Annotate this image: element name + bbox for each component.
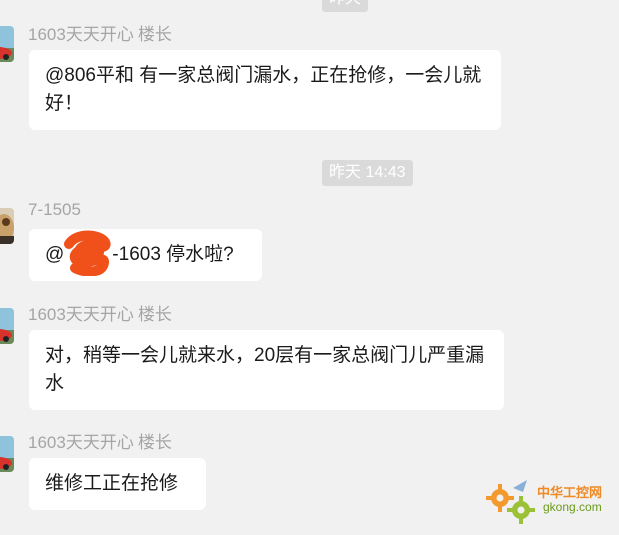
timestamp-text: 昨天 [329,0,361,7]
sender-label: 7-1505 [28,200,81,219]
message-bubble[interactable]: @806平和 有一家总阀门漏水，正在抢修，一会儿就好！ [29,50,501,130]
timestamp-divider: 昨天 14:43 [322,160,413,186]
gear-icon [486,480,535,524]
sender-name: 1603天天开心 楼长 [28,300,172,325]
message-text: 对，稍等一会儿就来水，20层有一家总阀门儿严重漏水 [45,345,485,394]
message-bubble[interactable]: 对，稍等一会儿就来水，20层有一家总阀门儿严重漏水 [29,330,504,410]
message-text: 维修工正在抢修 [45,473,179,494]
message-text: -1603 停水啦? [112,244,234,265]
avatar[interactable] [0,308,14,344]
timestamp-top: 昨天 [322,0,369,12]
mention-at: @ [45,244,65,265]
role-badge: 楼长 [137,305,172,324]
watermark-logo: 中华工控网 gkong.com [483,478,613,526]
message-text: @806平和 有一家总阀门漏水，正在抢修，一会儿就好！ [45,65,482,114]
avatar[interactable] [0,208,14,244]
sender-name: 7-1505 [28,200,81,220]
watermark-name: 中华工控网 [537,486,603,501]
role-badge: 楼长 [137,25,172,44]
timestamp-text: 昨天 14:43 [329,164,406,181]
watermark-domain: gkong.com [543,500,602,514]
sender-label: 1603天天开心 [28,25,134,44]
avatar[interactable] [0,436,14,472]
role-badge: 楼长 [137,433,172,452]
redaction-scribble [64,230,111,276]
sender-label: 1603天天开心 [28,433,134,452]
sender-name: 1603天天开心 楼长 [28,20,172,45]
sender-label: 1603天天开心 [28,305,134,324]
avatar[interactable] [0,26,14,62]
message-bubble[interactable]: 维修工正在抢修 [29,458,206,510]
sender-name: 1603天天开心 楼长 [28,428,172,453]
